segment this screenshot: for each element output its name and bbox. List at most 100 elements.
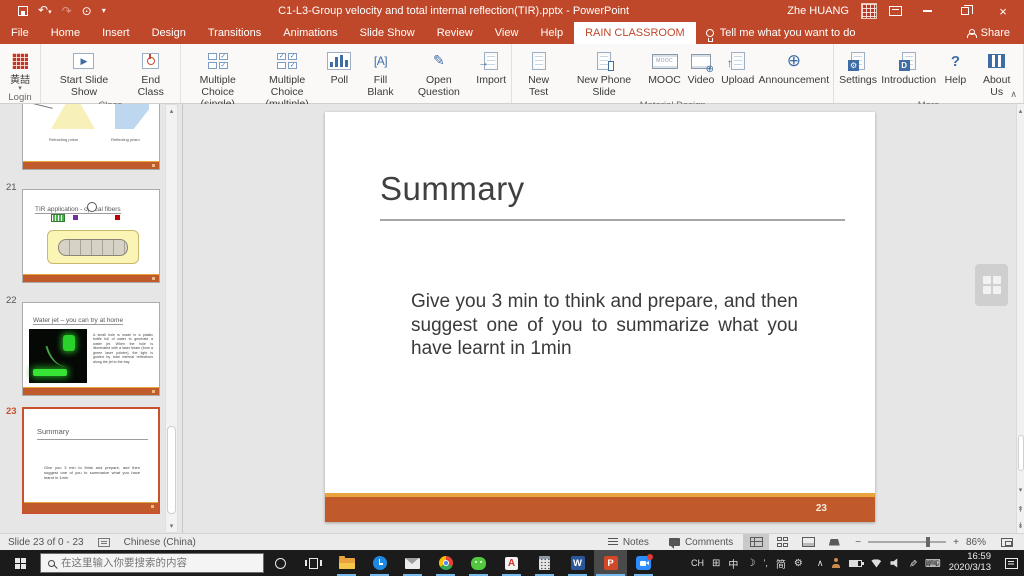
- zoom-out-button[interactable]: −: [855, 537, 861, 548]
- slide-title-text[interactable]: Summary: [380, 170, 525, 208]
- collapse-ribbon-icon[interactable]: ∧: [1010, 89, 1017, 100]
- search-input[interactable]: [61, 557, 241, 569]
- video-button[interactable]: ⊕ Video: [684, 46, 718, 87]
- taskbar-chrome[interactable]: [429, 550, 462, 576]
- introduction-button[interactable]: D Introduction: [880, 46, 938, 87]
- language-indicator[interactable]: Chinese (China): [124, 537, 196, 548]
- fit-slide-to-window-button[interactable]: [994, 534, 1020, 551]
- slide-body-text[interactable]: Give you 3 min to think and prepare, and…: [411, 290, 798, 361]
- minimize-button[interactable]: [914, 1, 940, 21]
- taskbar-meeting-app[interactable]: [627, 550, 660, 576]
- login-user-button[interactable]: 黄喆 ▾: [3, 46, 37, 91]
- pen-icon[interactable]: ✎: [907, 559, 918, 567]
- scroll-up-icon[interactable]: ▴: [1017, 106, 1024, 116]
- tab-transitions[interactable]: Transitions: [197, 22, 272, 44]
- next-slide-icon[interactable]: ↡: [1017, 521, 1024, 531]
- ime-punctuation-icon[interactable]: ’,: [763, 558, 768, 568]
- battery-icon[interactable]: [849, 560, 862, 567]
- customize-qat-icon[interactable]: ▾: [102, 5, 106, 17]
- thumbnail-slide-21[interactable]: TIR application - optical fibers: [22, 189, 160, 283]
- ime-language-indicator[interactable]: CH: [691, 558, 704, 568]
- restore-button[interactable]: [952, 1, 978, 21]
- taskbar-search-box[interactable]: [40, 553, 264, 573]
- scroll-down-icon[interactable]: ▾: [1017, 485, 1024, 495]
- tab-home[interactable]: Home: [40, 22, 91, 44]
- action-center-icon[interactable]: [1005, 558, 1018, 569]
- tell-me-box[interactable]: Tell me what you want to do: [696, 22, 866, 44]
- touch-mouse-mode-icon[interactable]: ⊙: [82, 5, 92, 17]
- comments-toggle[interactable]: Comments: [659, 534, 743, 551]
- notes-toggle[interactable]: Notes: [598, 534, 659, 551]
- thumbnail-slide-23-selected[interactable]: Summary Give you 3 min to think and prep…: [22, 407, 160, 514]
- end-class-button[interactable]: End Class: [125, 46, 177, 99]
- tab-review[interactable]: Review: [426, 22, 484, 44]
- thumbnail-slide-22[interactable]: Water jet – you can try at home A small …: [22, 302, 160, 396]
- zoom-slider-handle[interactable]: [926, 537, 930, 547]
- tray-expand-icon[interactable]: ∧: [817, 558, 824, 569]
- close-button[interactable]: ×: [990, 1, 1016, 21]
- taskbar-word[interactable]: W: [561, 550, 594, 576]
- view-normal-button[interactable]: [743, 534, 769, 551]
- taskbar-calculator[interactable]: [528, 550, 561, 576]
- taskbar-file-explorer[interactable]: [330, 550, 363, 576]
- zoom-in-button[interactable]: +: [953, 537, 959, 548]
- slide-editor[interactable]: Summary Give you 3 min to think and prep…: [325, 112, 875, 522]
- taskbar-mail-app[interactable]: [396, 550, 429, 576]
- account-avatar-seal[interactable]: [861, 3, 877, 19]
- vertical-scrollbar[interactable]: ▴ ▾ ↟ ↡: [1016, 104, 1024, 533]
- taskbar-powerpoint-active[interactable]: P: [594, 550, 627, 576]
- import-button[interactable]: → Import: [474, 46, 508, 87]
- new-test-button[interactable]: New Test: [515, 46, 562, 99]
- help-button[interactable]: ? Help: [938, 46, 972, 87]
- mooc-button[interactable]: MOOC MOOC: [646, 46, 683, 87]
- previous-slide-icon[interactable]: ↟: [1017, 505, 1024, 515]
- poll-button[interactable]: Poll: [322, 46, 356, 87]
- taskbar-wechat[interactable]: [462, 550, 495, 576]
- scroll-up-icon[interactable]: ▴: [166, 106, 177, 116]
- tab-view[interactable]: View: [484, 22, 530, 44]
- account-name[interactable]: Zhe HUANG: [787, 5, 849, 17]
- ribbon-display-options-icon[interactable]: [889, 6, 902, 16]
- thumbnail-slide-20-partial[interactable]: Refracting prism Reflecting prism: [22, 104, 160, 170]
- ime-chinese-mode[interactable]: 中: [728, 556, 738, 571]
- ime-fullwidth-icon[interactable]: ☽: [746, 558, 755, 569]
- floating-grid-widget[interactable]: [975, 264, 1008, 306]
- taskbar-clock-app[interactable]: [363, 550, 396, 576]
- ime-grid-icon[interactable]: ⊞: [712, 558, 720, 569]
- ime-simplified-indicator[interactable]: 简: [776, 556, 786, 571]
- volume-icon[interactable]: [890, 558, 900, 568]
- tab-rain-classroom[interactable]: RAIN CLASSROOM: [574, 22, 696, 44]
- clock-datetime[interactable]: 16:59 2020/3/13: [949, 552, 991, 574]
- ime-settings-gear-icon[interactable]: ⚙: [794, 558, 803, 569]
- settings-button[interactable]: ⚙ Settings: [837, 46, 879, 87]
- taskbar-acrobat[interactable]: A: [495, 550, 528, 576]
- open-question-button[interactable]: ✎ Open Question: [405, 46, 473, 99]
- zoom-percentage[interactable]: 86%: [966, 537, 986, 548]
- view-slideshow-button[interactable]: [821, 534, 847, 551]
- thumbnail-panel-scrollbar[interactable]: ▴ ▾: [165, 104, 178, 533]
- tab-animations[interactable]: Animations: [272, 22, 348, 44]
- tray-person-icon[interactable]: [831, 558, 841, 568]
- spellcheck-icon[interactable]: [98, 538, 110, 547]
- tab-design[interactable]: Design: [141, 22, 197, 44]
- wifi-icon[interactable]: [870, 559, 882, 568]
- view-slide-sorter-button[interactable]: [769, 534, 795, 551]
- taskbar-task-view-button[interactable]: [297, 550, 330, 576]
- new-phone-slide-button[interactable]: New Phone Slide: [563, 46, 645, 99]
- tab-help[interactable]: Help: [529, 22, 574, 44]
- multiple-choice-single-button[interactable]: ✓✓ Multiple Choice (single): [184, 46, 252, 110]
- view-reading-button[interactable]: [795, 534, 821, 551]
- tab-insert[interactable]: Insert: [91, 22, 141, 44]
- taskbar-cortana-button[interactable]: [264, 550, 297, 576]
- upload-button[interactable]: ↑ Upload: [719, 46, 756, 87]
- tab-file[interactable]: File: [0, 22, 40, 44]
- share-button[interactable]: Share: [967, 22, 1024, 44]
- undo-icon[interactable]: ↶▾: [38, 4, 52, 19]
- scrollbar-thumb[interactable]: [1018, 435, 1024, 471]
- save-icon[interactable]: [18, 6, 28, 16]
- tab-slideshow[interactable]: Slide Show: [349, 22, 426, 44]
- touch-keyboard-icon[interactable]: ⌨: [925, 557, 941, 570]
- fill-blank-button[interactable]: [A] Fill Blank: [357, 46, 403, 99]
- scrollbar-thumb[interactable]: [167, 426, 176, 514]
- announcement-button[interactable]: ⊕ Announcement: [757, 46, 830, 87]
